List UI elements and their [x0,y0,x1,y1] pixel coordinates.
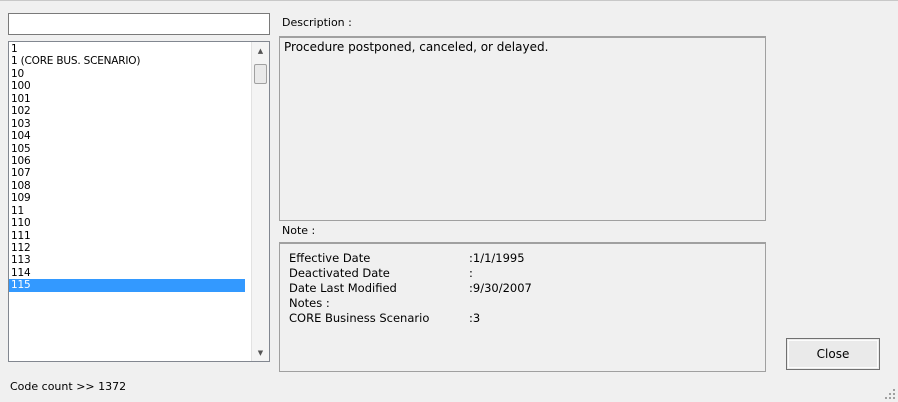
note-key: Notes : [289,296,330,310]
note-key: Effective Date [289,251,371,265]
list-item[interactable]: 110 [9,217,245,229]
scroll-thumb[interactable] [254,64,267,84]
list-item[interactable]: 11 [9,205,245,217]
list-item[interactable]: 100 [9,80,245,92]
list-item[interactable]: 106 [9,155,245,167]
code-lookup-window: 1 1 (CORE BUS. SCENARIO) 10 100 101 102 … [0,0,898,402]
list-item[interactable]: 105 [9,143,245,155]
note-box: Effective Date :1/1/1995 Deactivated Dat… [279,242,766,372]
description-label: Description : [282,16,352,29]
list-item[interactable]: 101 [9,93,245,105]
list-item[interactable]: 113 [9,254,245,266]
list-item[interactable]: 104 [9,130,245,142]
scroll-up-arrow-icon[interactable]: ▲ [252,42,269,59]
note-value: :1/1/1995 [469,251,525,265]
note-value: :9/30/2007 [469,281,532,295]
list-scrollbar[interactable]: ▲ ▼ [251,42,269,361]
list-item[interactable]: 1 [9,43,245,55]
scroll-down-arrow-icon[interactable]: ▼ [252,344,269,361]
list-item[interactable]: 111 [9,230,245,242]
list-item[interactable]: 102 [9,105,245,117]
list-item[interactable]: 114 [9,267,245,279]
close-button[interactable]: Close [786,338,880,370]
note-label: Note : [282,224,316,237]
note-row: Notes : [289,296,532,311]
list-item[interactable]: 10 [9,68,245,80]
code-count-status: Code count >> 1372 [10,380,127,393]
description-text: Procedure postponed, canceled, or delaye… [284,40,549,54]
note-row: Effective Date :1/1/1995 [289,251,532,266]
code-listbox[interactable]: 1 1 (CORE BUS. SCENARIO) 10 100 101 102 … [8,41,270,362]
list-item[interactable]: 112 [9,242,245,254]
note-value: :3 [469,311,481,325]
code-list-items: 1 1 (CORE BUS. SCENARIO) 10 100 101 102 … [9,43,245,292]
list-item-selected[interactable]: 115 [9,279,245,292]
note-key: Deactivated Date [289,266,390,280]
note-value: : [469,266,473,280]
code-search-input[interactable] [8,13,270,35]
note-key: Date Last Modified [289,281,397,295]
note-key: CORE Business Scenario [289,311,430,325]
list-item[interactable]: 1 (CORE BUS. SCENARIO) [9,55,245,67]
note-row: CORE Business Scenario :3 [289,311,532,326]
note-row: Date Last Modified :9/30/2007 [289,281,532,296]
description-box: Procedure postponed, canceled, or delaye… [279,36,766,221]
list-item[interactable]: 107 [9,167,245,179]
list-item[interactable]: 109 [9,192,245,204]
list-item[interactable]: 108 [9,180,245,192]
list-item[interactable]: 103 [9,118,245,130]
resize-grip-icon[interactable] [882,386,896,400]
note-details: Effective Date :1/1/1995 Deactivated Dat… [289,251,532,326]
note-row: Deactivated Date : [289,266,532,281]
